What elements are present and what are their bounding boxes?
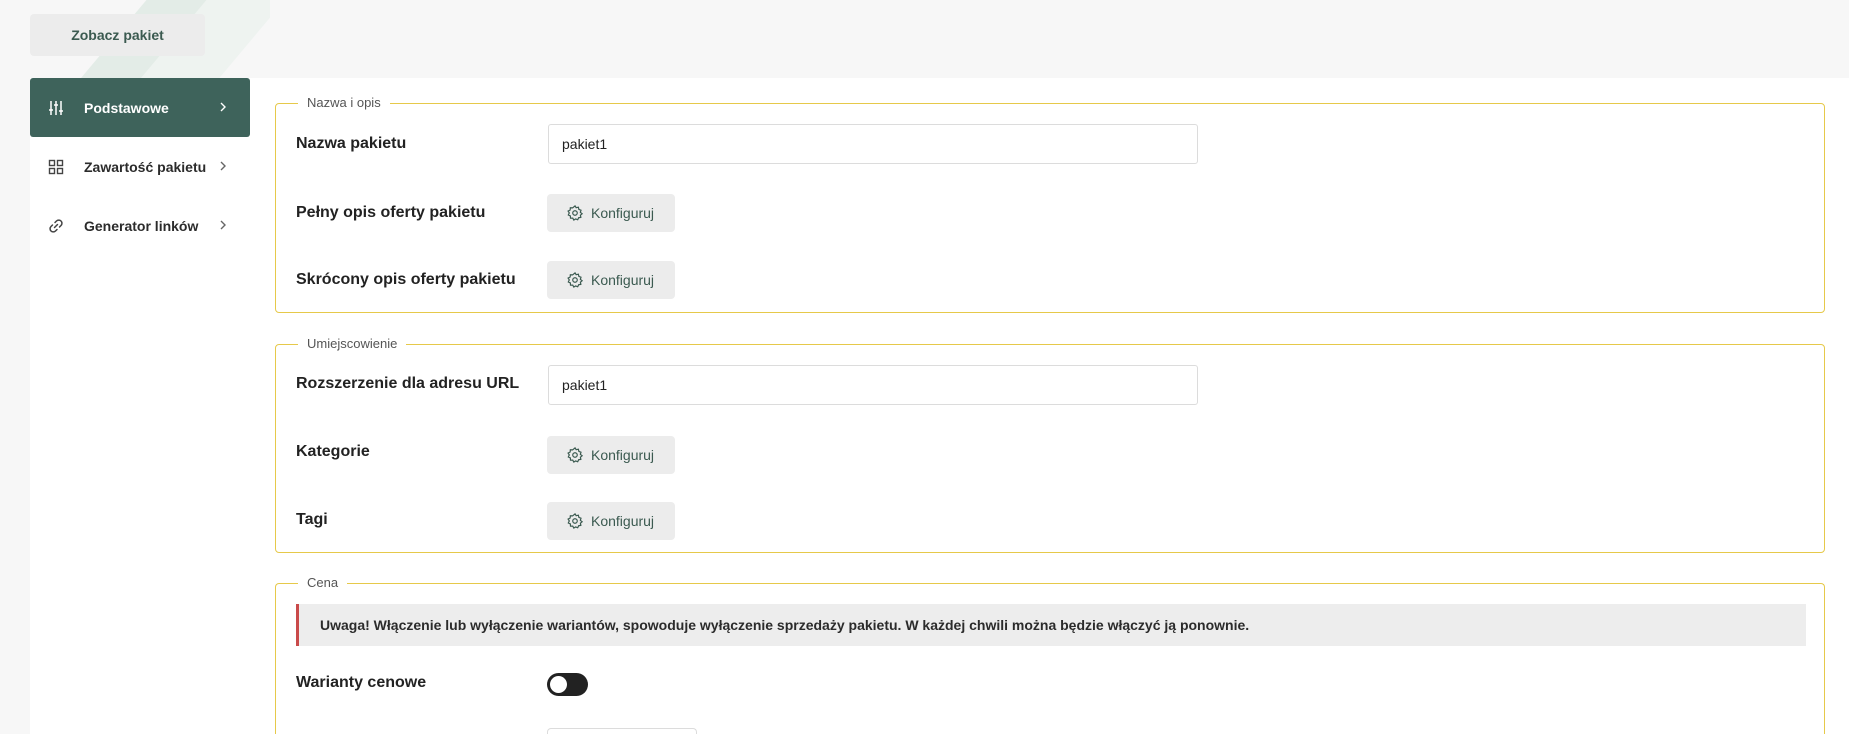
- section-legend: Nazwa i opis: [298, 95, 390, 110]
- sidebar: Podstawowe Zawartość pakietu Generator l…: [0, 78, 252, 734]
- sidebar-item-label: Zawartość pakietu: [84, 158, 207, 175]
- full-description-label: Pełny opis oferty pakietu: [296, 204, 486, 221]
- sidebar-item-basic[interactable]: Podstawowe: [30, 78, 250, 137]
- gear-icon: [567, 271, 584, 288]
- package-name-label: Nazwa pakietu: [296, 135, 407, 152]
- package-name-input[interactable]: [548, 124, 1198, 164]
- price-next-control[interactable]: [547, 728, 697, 734]
- sliders-icon: [48, 100, 64, 116]
- price-variants-label: Warianty cenowe: [296, 674, 427, 691]
- sidebar-item-label: Generator linków: [84, 217, 199, 234]
- configure-label: Konfiguruj: [591, 447, 655, 463]
- sidebar-item-label: Podstawowe: [84, 99, 169, 116]
- chevron-right-icon: [220, 220, 226, 230]
- tags-label: Tagi: [296, 511, 328, 528]
- grid-icon: [48, 159, 64, 175]
- configure-short-description-button[interactable]: Konfiguruj: [547, 261, 675, 299]
- section-legend: Umiejscowienie: [298, 336, 407, 351]
- chevron-right-icon: [220, 161, 226, 171]
- configure-label: Konfiguruj: [591, 513, 655, 529]
- name-description-section: Nazwa i opis Nazwa pakietu Pełny opis of…: [275, 95, 1825, 313]
- categories-label: Kategorie: [296, 443, 370, 460]
- configure-label: Konfiguruj: [591, 272, 655, 288]
- configure-tags-button[interactable]: Konfiguruj: [547, 502, 675, 540]
- placement-section: Umiejscowienie Rozszerzenie dla adresu U…: [275, 336, 1825, 553]
- alert-text: Uwaga! Włączenie lub wyłączenie wariantó…: [320, 617, 1250, 633]
- sidebar-item-link-generator[interactable]: Generator linków: [30, 196, 250, 255]
- chevron-right-icon: [220, 102, 226, 112]
- link-icon: [48, 218, 64, 234]
- short-description-label: Skrócony opis oferty pakietu: [296, 271, 516, 288]
- sidebar-item-package-content[interactable]: Zawartość pakietu: [30, 137, 250, 196]
- configure-categories-button[interactable]: Konfiguruj: [547, 436, 675, 474]
- configure-label: Konfiguruj: [591, 205, 655, 221]
- gear-icon: [567, 204, 584, 221]
- url-extension-label: Rozszerzenie dla adresu URL: [296, 375, 520, 392]
- gear-icon: [567, 512, 584, 529]
- variants-warning-alert: Uwaga! Włączenie lub wyłączenie wariantó…: [296, 604, 1806, 646]
- price-variants-toggle[interactable]: [547, 673, 588, 696]
- sidebar-panel: Podstawowe Zawartość pakietu Generator l…: [30, 78, 252, 734]
- url-extension-input[interactable]: [548, 365, 1198, 405]
- toggle-knob: [550, 676, 567, 693]
- gear-icon: [567, 446, 584, 463]
- section-legend: Cena: [298, 575, 348, 590]
- configure-full-description-button[interactable]: Konfiguruj: [547, 194, 675, 232]
- view-package-button[interactable]: Zobacz pakiet: [30, 14, 205, 56]
- price-section: Cena Uwaga! Włączenie lub wyłączenie war…: [275, 575, 1825, 734]
